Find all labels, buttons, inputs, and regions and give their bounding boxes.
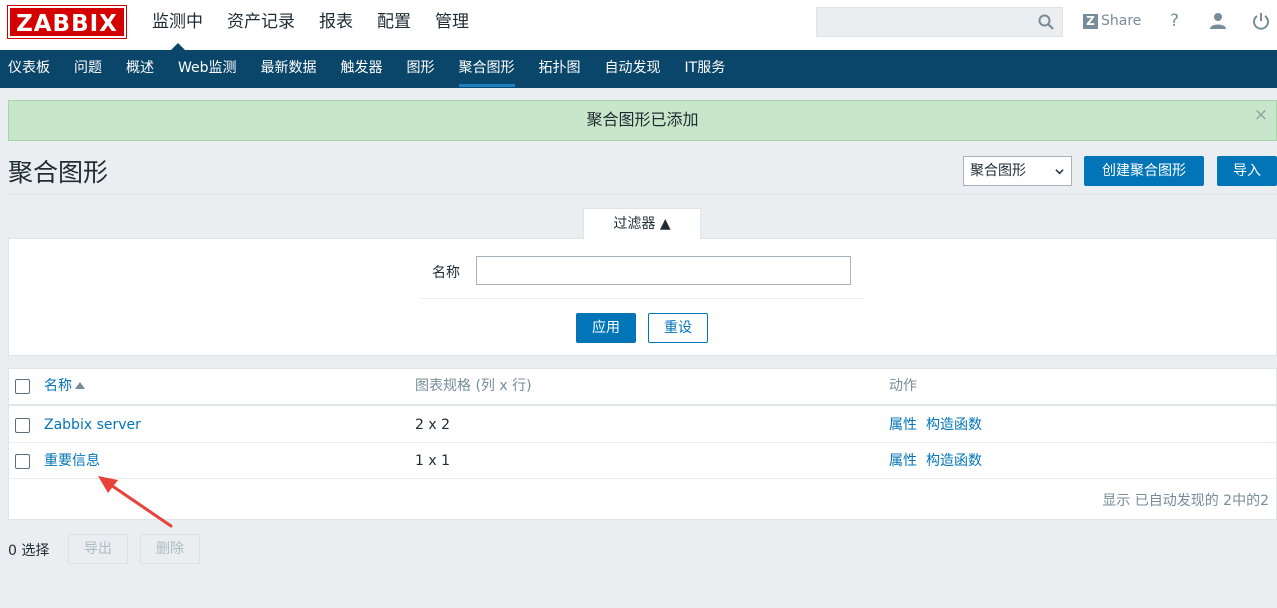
nav-screens[interactable]: 聚合图形 [447, 50, 527, 88]
success-message-text: 聚合图形已添加 [586, 110, 699, 129]
sub-navigation: 仪表板 问题 概述 Web监测 最新数据 触发器 图形 聚合图形 拓扑图 自动发… [0, 50, 1277, 88]
close-icon[interactable]: × [1254, 101, 1268, 129]
table-paging-summary: 显示 已自动发现的 2中的2 [1102, 493, 1269, 509]
menu-administration[interactable]: 管理 [423, 0, 481, 50]
page-title: 聚合图形 [8, 158, 109, 187]
screen-type-select[interactable]: 聚合图形 [963, 156, 1072, 186]
column-name-label: 名称 [44, 378, 72, 394]
help-icon[interactable]: ? [1170, 11, 1190, 31]
filter-divider [421, 298, 864, 299]
screen-dimensions: 1 x 1 [415, 453, 450, 469]
menu-reports[interactable]: 报表 [307, 0, 365, 50]
nav-problems[interactable]: 问题 [62, 50, 114, 88]
nav-it-services[interactable]: IT服务 [673, 50, 738, 88]
column-name-header[interactable]: 名称 [44, 368, 85, 405]
menu-inventory[interactable]: 资产记录 [215, 0, 307, 50]
constructor-link[interactable]: 构造函数 [926, 407, 982, 443]
select-all-checkbox[interactable] [15, 379, 30, 394]
title-divider [8, 194, 1277, 195]
nav-latest-data[interactable]: 最新数据 [249, 50, 329, 88]
success-message: 聚合图形已添加 × [8, 100, 1277, 141]
menu-configuration[interactable]: 配置 [365, 0, 423, 50]
user-profile-icon[interactable] [1208, 11, 1228, 31]
top-header: ZABBIX 监测中 资产记录 报表 配置 管理 Z Share ? [0, 0, 1277, 50]
nav-discovery[interactable]: 自动发现 [593, 50, 673, 88]
nav-web[interactable]: Web监测 [166, 50, 249, 88]
screen-dimensions: 2 x 2 [415, 417, 450, 433]
import-button[interactable]: 导入 [1217, 156, 1277, 186]
power-logout-icon[interactable] [1251, 11, 1271, 31]
nav-triggers[interactable]: 触发器 [329, 50, 395, 88]
nav-dashboard[interactable]: 仪表板 [0, 50, 62, 88]
screen-name-link[interactable]: Zabbix server [44, 407, 141, 443]
properties-link[interactable]: 属性 [889, 407, 917, 443]
search-icon[interactable] [1038, 14, 1054, 30]
reset-button[interactable]: 重设 [648, 313, 708, 343]
apply-button[interactable]: 应用 [576, 313, 636, 343]
nav-graphs[interactable]: 图形 [395, 50, 447, 88]
column-dimensions-header: 图表规格 (列 x 行) [415, 378, 532, 394]
column-actions-header: 动作 [889, 378, 917, 394]
zabbix-logo[interactable]: ZABBIX [7, 5, 127, 39]
nav-maps[interactable]: 拓扑图 [527, 50, 593, 88]
screen-type-select-value: 聚合图形 [970, 163, 1026, 179]
screen-name-link[interactable]: 重要信息 [44, 443, 100, 479]
table-header-row: 名称 图表规格 (列 x 行) 动作 [8, 368, 1277, 406]
annotation-arrow-icon [98, 476, 173, 528]
share-label: Share [1101, 13, 1142, 29]
nav-overview[interactable]: 概述 [114, 50, 166, 88]
row-checkbox[interactable] [15, 418, 30, 433]
zabbix-share-icon: Z [1083, 13, 1098, 29]
menu-monitoring[interactable]: 监测中 [140, 0, 215, 50]
filter-name-label: 名称 [432, 265, 460, 281]
delete-button[interactable]: 删除 [140, 534, 200, 564]
main-menu: 监测中 资产记录 报表 配置 管理 [140, 0, 481, 50]
filter-tab[interactable]: 过滤器 ▲ [583, 208, 701, 239]
table-row: Zabbix server 2 x 2 属性 构造函数 [8, 407, 1277, 443]
filter-name-input[interactable] [476, 256, 851, 285]
search-input[interactable] [816, 7, 1063, 37]
row-checkbox[interactable] [15, 454, 30, 469]
chevron-down-icon [1055, 169, 1064, 175]
sort-ascending-icon [75, 382, 85, 389]
constructor-link[interactable]: 构造函数 [926, 443, 982, 479]
table-row: 重要信息 1 x 1 属性 构造函数 [8, 443, 1277, 479]
create-screen-button[interactable]: 创建聚合图形 [1084, 156, 1204, 186]
export-button[interactable]: 导出 [68, 534, 128, 564]
share-link[interactable]: Z Share [1083, 10, 1141, 32]
properties-link[interactable]: 属性 [889, 443, 917, 479]
selected-count: 0 选择 [8, 543, 50, 559]
